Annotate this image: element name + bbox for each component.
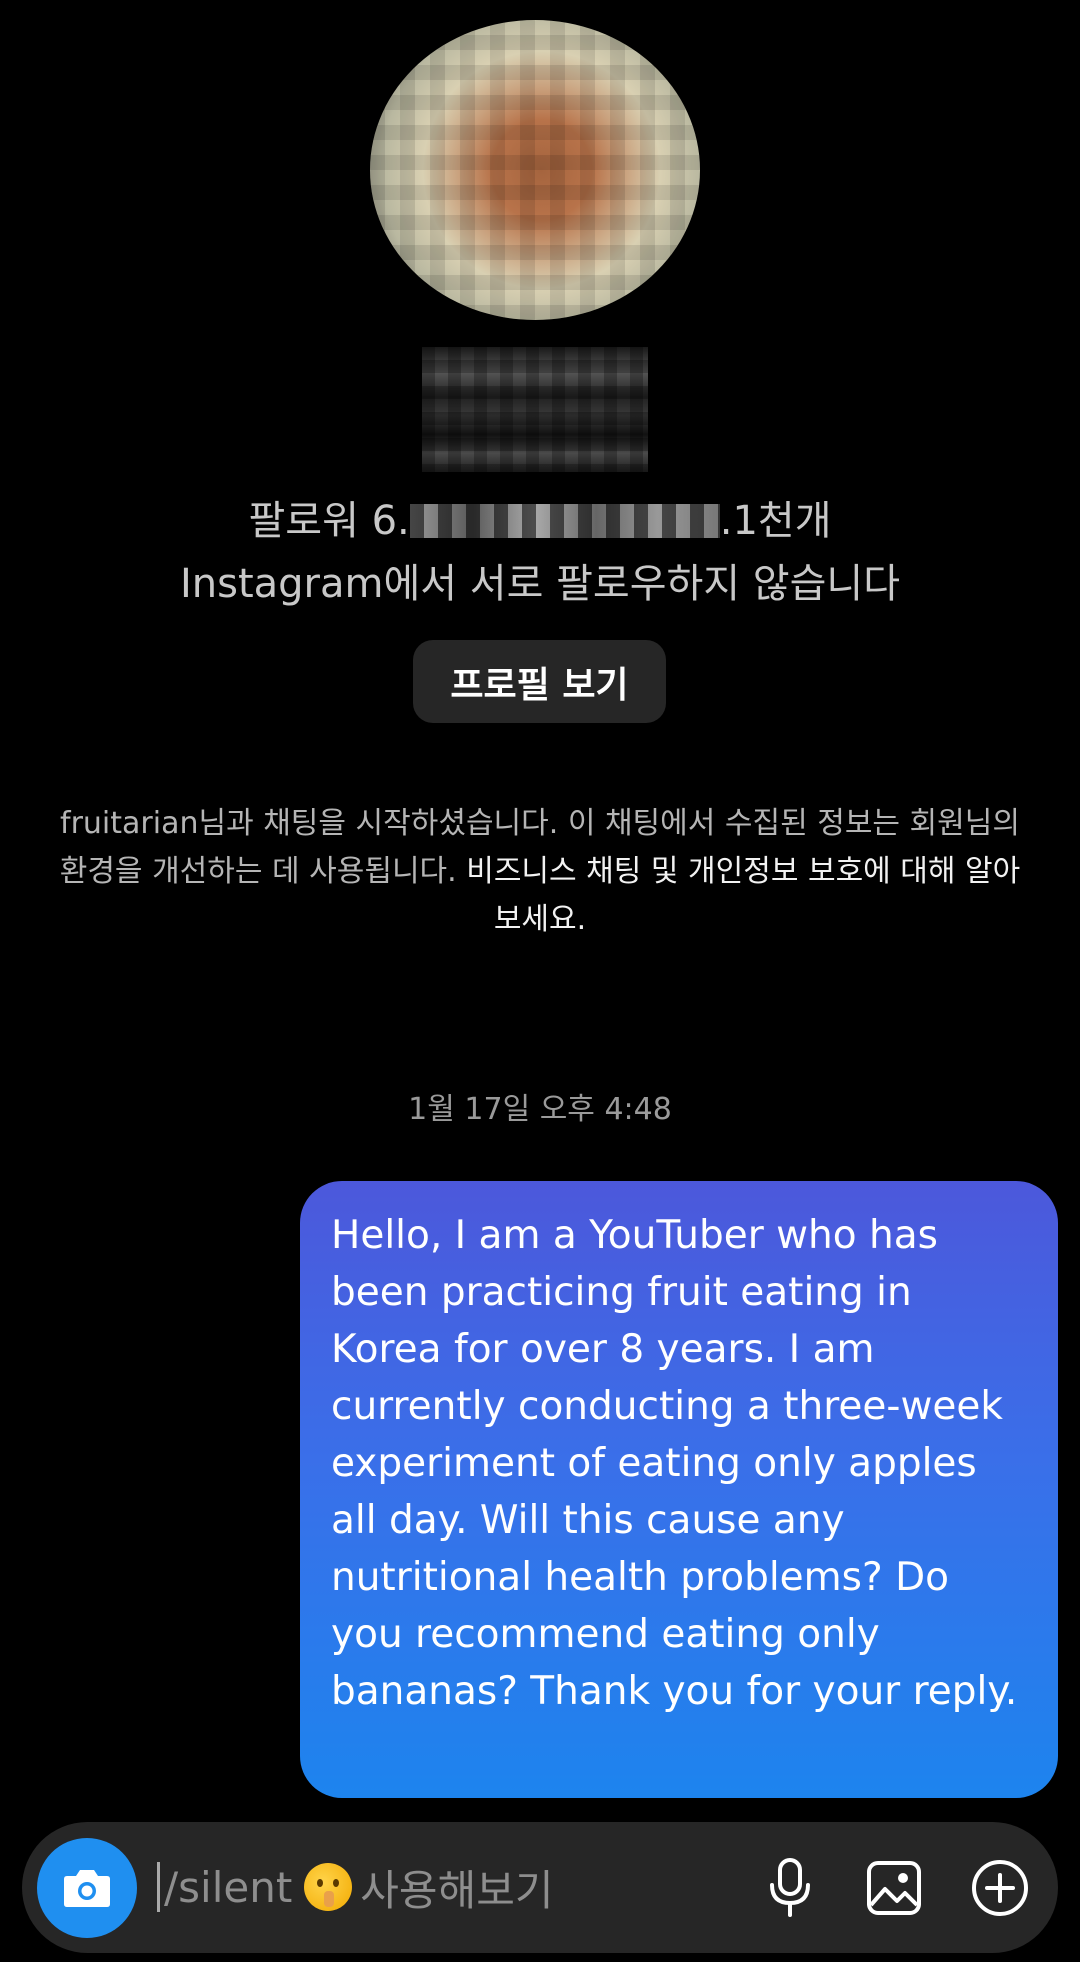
message-composer: /silent 사용해보기	[22, 1822, 1058, 1953]
image-icon	[867, 1861, 921, 1915]
camera-icon	[64, 1870, 110, 1907]
text-caret	[157, 1862, 160, 1912]
profile-name-redacted	[422, 347, 648, 472]
follower-stats: 팔로워 6. .1천개	[0, 488, 1080, 546]
follow-status: Instagram에서 서로 팔로우하지 않습니다	[179, 561, 901, 607]
message-input[interactable]: /silent 사용해보기	[157, 1852, 717, 1922]
follower-stats-prefix: 팔로워 6.	[248, 498, 410, 544]
voice-message-button[interactable]	[750, 1848, 830, 1928]
message-timestamp: 1월 17일 오후 4:48	[408, 1092, 672, 1127]
follower-stats-redacted	[409, 504, 720, 538]
gallery-button[interactable]	[854, 1848, 934, 1928]
outgoing-message-bubble[interactable]: Hello, I am a YouTuber who has been prac…	[300, 1181, 1058, 1798]
privacy-info-link[interactable]: 비즈니스 채팅 및 개인정보 보호에 대해 알아보세요.	[466, 854, 1020, 937]
shushing-face-emoji-icon	[304, 1863, 353, 1911]
chat-info-notice: fruitarian님과 채팅을 시작하셨습니다. 이 채팅에서 수집된 정보는…	[55, 800, 1025, 944]
view-profile-button[interactable]: 프로필 보기	[413, 640, 666, 723]
more-options-button[interactable]	[960, 1848, 1040, 1928]
profile-avatar[interactable]	[370, 20, 700, 320]
camera-button[interactable]	[37, 1838, 137, 1938]
placeholder-suffix: 사용해보기	[360, 1865, 554, 1915]
placeholder-command: /silent	[164, 1862, 293, 1912]
plus-circle-icon	[972, 1860, 1028, 1916]
follower-stats-suffix: .1천개	[719, 498, 832, 544]
microphone-icon	[770, 1858, 810, 1917]
